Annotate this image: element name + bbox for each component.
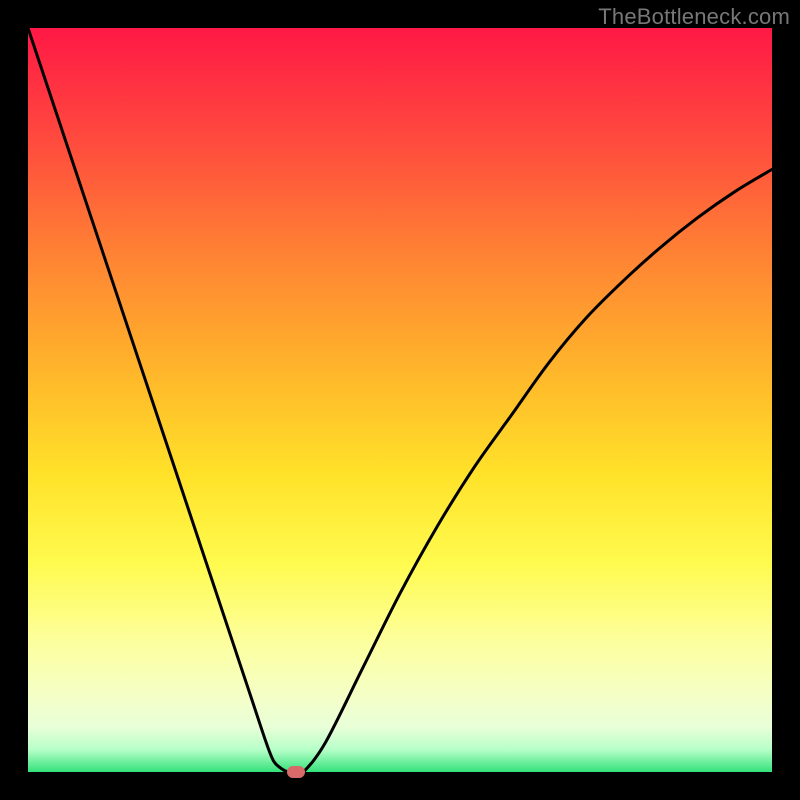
bottleneck-curve [28, 28, 772, 772]
chart-frame: TheBottleneck.com [0, 0, 800, 800]
watermark-text: TheBottleneck.com [598, 4, 790, 30]
optimum-marker [287, 766, 305, 778]
plot-area [28, 28, 772, 772]
